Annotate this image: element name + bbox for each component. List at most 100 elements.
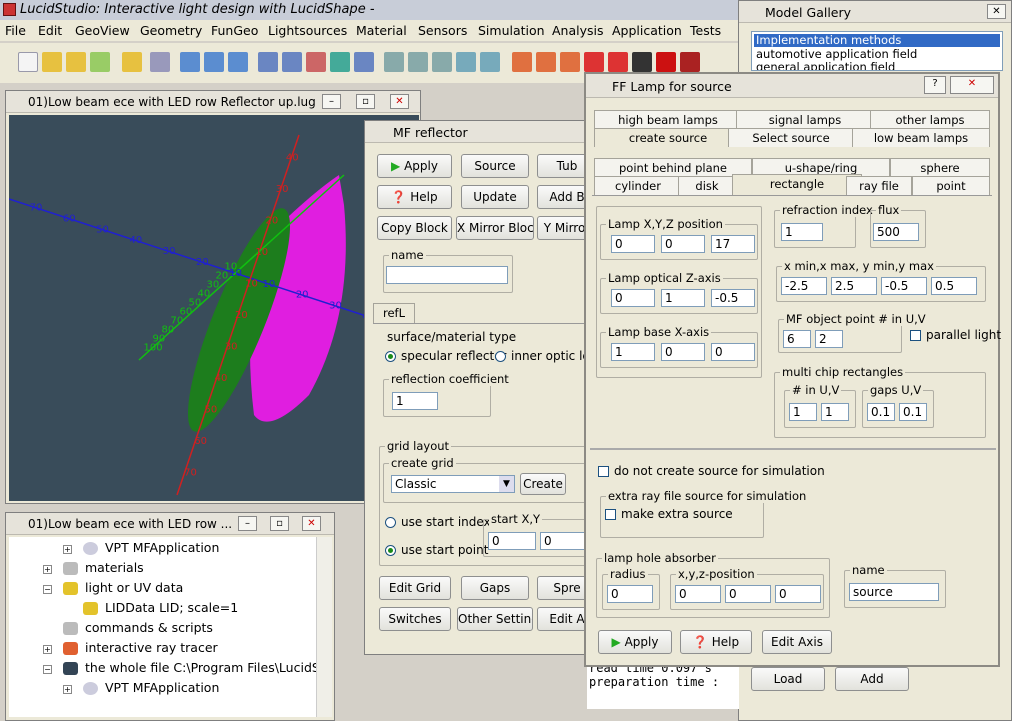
start-y-input[interactable]: 0	[540, 532, 588, 550]
mesh-icon[interactable]	[560, 52, 580, 72]
xaxis-z-input[interactable]: 0	[711, 343, 755, 361]
open-folder-icon[interactable]	[42, 52, 62, 72]
viewer-icon[interactable]	[258, 52, 278, 72]
mirror-icon[interactable]	[536, 52, 556, 72]
help-title-button[interactable]: ?	[924, 76, 946, 94]
tab-point[interactable]: point	[912, 176, 990, 195]
name-input[interactable]	[386, 266, 508, 284]
tree-item-light[interactable]: light or UV data	[85, 580, 183, 595]
pos-y-input[interactable]: 0	[661, 235, 705, 253]
menu-fungeo[interactable]: FunGeo	[211, 23, 258, 38]
chart-icon[interactable]	[306, 52, 326, 72]
menu-analysis[interactable]: Analysis	[552, 23, 604, 38]
no-sim-checkbox[interactable]	[598, 466, 609, 477]
gallery-item[interactable]: Implementation methods	[754, 34, 1000, 47]
menu-geometry[interactable]: Geometry	[140, 23, 202, 38]
expand-toggle[interactable]: +	[43, 565, 52, 574]
pos-z-input[interactable]: 17	[711, 235, 755, 253]
gaps-button[interactable]: Gaps	[461, 576, 529, 600]
geometry-icon[interactable]	[282, 52, 302, 72]
x-mirror-block-button[interactable]: X Mirror Block	[456, 216, 534, 240]
expand-toggle[interactable]: +	[43, 645, 52, 654]
tab-sphere[interactable]: sphere	[890, 158, 990, 177]
tree-item-commands[interactable]: commands & scripts	[85, 620, 213, 635]
stop-icon[interactable]	[656, 52, 676, 72]
fit-icon[interactable]	[384, 52, 404, 72]
copy-block-button[interactable]: Copy Block	[377, 216, 452, 240]
color-map-icon[interactable]	[330, 52, 350, 72]
close-button[interactable]: ✕	[390, 94, 409, 109]
inner-optic-radio[interactable]	[495, 351, 506, 362]
gallery-close-button[interactable]: ✕	[987, 4, 1006, 19]
parallel-light-checkbox[interactable]	[910, 330, 921, 341]
tab-signal[interactable]: signal lamps	[736, 110, 874, 129]
update-button[interactable]: Update	[461, 185, 529, 209]
menu-edit[interactable]: Edit	[38, 23, 62, 38]
flux-input[interactable]: 500	[873, 223, 919, 241]
help-button[interactable]: ❓ Help	[680, 630, 752, 654]
pos-x-input[interactable]: 0	[611, 235, 655, 253]
menu-geoview[interactable]: GeoView	[75, 23, 130, 38]
zaxis-y-input[interactable]: 1	[661, 289, 705, 307]
ymin-input[interactable]: -0.5	[881, 277, 927, 295]
source-button[interactable]: Source	[461, 154, 529, 178]
tab-create-source[interactable]: create source	[594, 128, 742, 147]
add-button[interactable]: Add	[835, 667, 909, 691]
tab-low-beam[interactable]: low beam lamps	[852, 128, 990, 147]
open-add-icon[interactable]	[66, 52, 86, 72]
create-button[interactable]: Create	[520, 473, 566, 495]
menu-material[interactable]: Material	[356, 23, 407, 38]
other-settings-button[interactable]: Other Settings	[457, 607, 533, 631]
in-u-input[interactable]: 1	[789, 403, 817, 421]
mf-v-input[interactable]: 2	[815, 330, 843, 348]
collapse-toggle[interactable]: −	[43, 585, 52, 594]
extra-source-checkbox[interactable]	[605, 509, 616, 520]
edit-axis-button[interactable]: Edit Axis	[762, 630, 832, 654]
tab-rectangle[interactable]: rectangle	[732, 174, 862, 195]
edit-grid-button[interactable]: Edit Grid	[379, 576, 451, 600]
hole-x-input[interactable]: 0	[675, 585, 721, 603]
tree-item-file[interactable]: the whole file C:\Program Files\LucidSha	[85, 660, 316, 675]
tree-close-button[interactable]: ✕	[302, 516, 321, 531]
lamp-close-button[interactable]: ✕	[950, 76, 994, 94]
tab-point-behind[interactable]: point behind plane	[594, 158, 752, 177]
ray-icon[interactable]	[512, 52, 532, 72]
load-button[interactable]: Load	[751, 667, 825, 691]
import-icon[interactable]	[90, 52, 110, 72]
minimize-button[interactable]: –	[322, 94, 341, 109]
start-point-radio[interactable]	[385, 545, 396, 556]
hole-y-input[interactable]: 0	[725, 585, 771, 603]
delete-icon[interactable]	[584, 52, 604, 72]
refraction-input[interactable]: 1	[781, 223, 823, 241]
xmin-input[interactable]: -2.5	[781, 277, 827, 295]
menu-sensors[interactable]: Sensors	[418, 23, 467, 38]
xmax-input[interactable]: 2.5	[831, 277, 877, 295]
in-v-input[interactable]: 1	[821, 403, 849, 421]
zaxis-z-input[interactable]: -0.5	[711, 289, 755, 307]
cut-icon[interactable]	[608, 52, 628, 72]
sphere-icon[interactable]	[632, 52, 652, 72]
specular-radio[interactable]	[385, 351, 396, 362]
menu-tests[interactable]: Tests	[690, 23, 721, 38]
tab-refl[interactable]: refL	[373, 303, 415, 323]
view-icon[interactable]	[432, 52, 452, 72]
gap-u-input[interactable]: 0.1	[867, 403, 895, 421]
expand-toggle[interactable]: +	[63, 685, 72, 694]
menu-simulation[interactable]: Simulation	[478, 23, 545, 38]
collapse-toggle[interactable]: −	[43, 665, 52, 674]
folder-icon[interactable]	[122, 52, 142, 72]
tab-disk[interactable]: disk	[678, 176, 736, 195]
name-input[interactable]: source	[849, 583, 939, 601]
tab-cylinder[interactable]: cylinder	[594, 176, 682, 195]
grid-select[interactable]: Classic ▼	[391, 475, 515, 493]
tab-high-beam[interactable]: high beam lamps	[594, 110, 742, 129]
tree-item-lid[interactable]: LIDData LID; scale=1	[105, 600, 238, 615]
menu-application[interactable]: Application	[612, 23, 682, 38]
tab-ray-file[interactable]: ray file	[846, 176, 912, 195]
expand-toggle[interactable]: +	[63, 545, 72, 554]
print-icon[interactable]	[150, 52, 170, 72]
switches-button[interactable]: Switches	[379, 607, 451, 631]
record-icon[interactable]	[680, 52, 700, 72]
tree-maximize-button[interactable]: ▫	[270, 516, 289, 531]
list-icon[interactable]	[228, 52, 248, 72]
